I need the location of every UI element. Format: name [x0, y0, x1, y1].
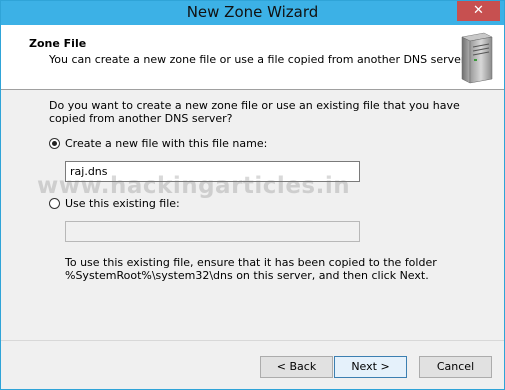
note-line-1: To use this existing file, ensure that i…	[65, 256, 437, 269]
cancel-button[interactable]: Cancel	[419, 356, 492, 378]
new-file-name-input[interactable]: raj.dns	[65, 161, 360, 182]
title-bar[interactable]: New Zone Wizard ✕	[1, 1, 504, 25]
new-zone-wizard-window: New Zone Wizard ✕ Zone File You can crea…	[0, 0, 505, 390]
footer-divider	[1, 340, 504, 341]
close-button[interactable]: ✕	[457, 1, 500, 21]
radio-button-unchecked[interactable]	[49, 198, 60, 209]
radio-use-existing-file[interactable]: Use this existing file:	[49, 197, 180, 210]
wizard-header: Zone File You can create a new zone file…	[1, 25, 504, 90]
wizard-content: Do you want to create a new zone file or…	[1, 90, 504, 340]
server-icon	[461, 32, 493, 84]
radio-button-checked[interactable]	[49, 138, 60, 149]
page-subtitle: You can create a new zone file or use a …	[49, 53, 468, 66]
radio-create-new-label: Create a new file with this file name:	[65, 137, 268, 150]
page-title: Zone File	[29, 37, 87, 50]
next-button[interactable]: Next >	[334, 356, 407, 378]
existing-file-note: To use this existing file, ensure that i…	[65, 256, 485, 282]
question-text: Do you want to create a new zone file or…	[49, 99, 460, 125]
existing-file-input[interactable]	[65, 221, 360, 242]
note-line-2: %SystemRoot%\system32\dns on this server…	[65, 269, 429, 282]
radio-use-existing-label: Use this existing file:	[65, 197, 180, 210]
window-title: New Zone Wizard	[186, 3, 319, 21]
back-button[interactable]: < Back	[260, 356, 333, 378]
close-icon: ✕	[473, 3, 484, 18]
radio-create-new-file[interactable]: Create a new file with this file name:	[49, 137, 267, 150]
